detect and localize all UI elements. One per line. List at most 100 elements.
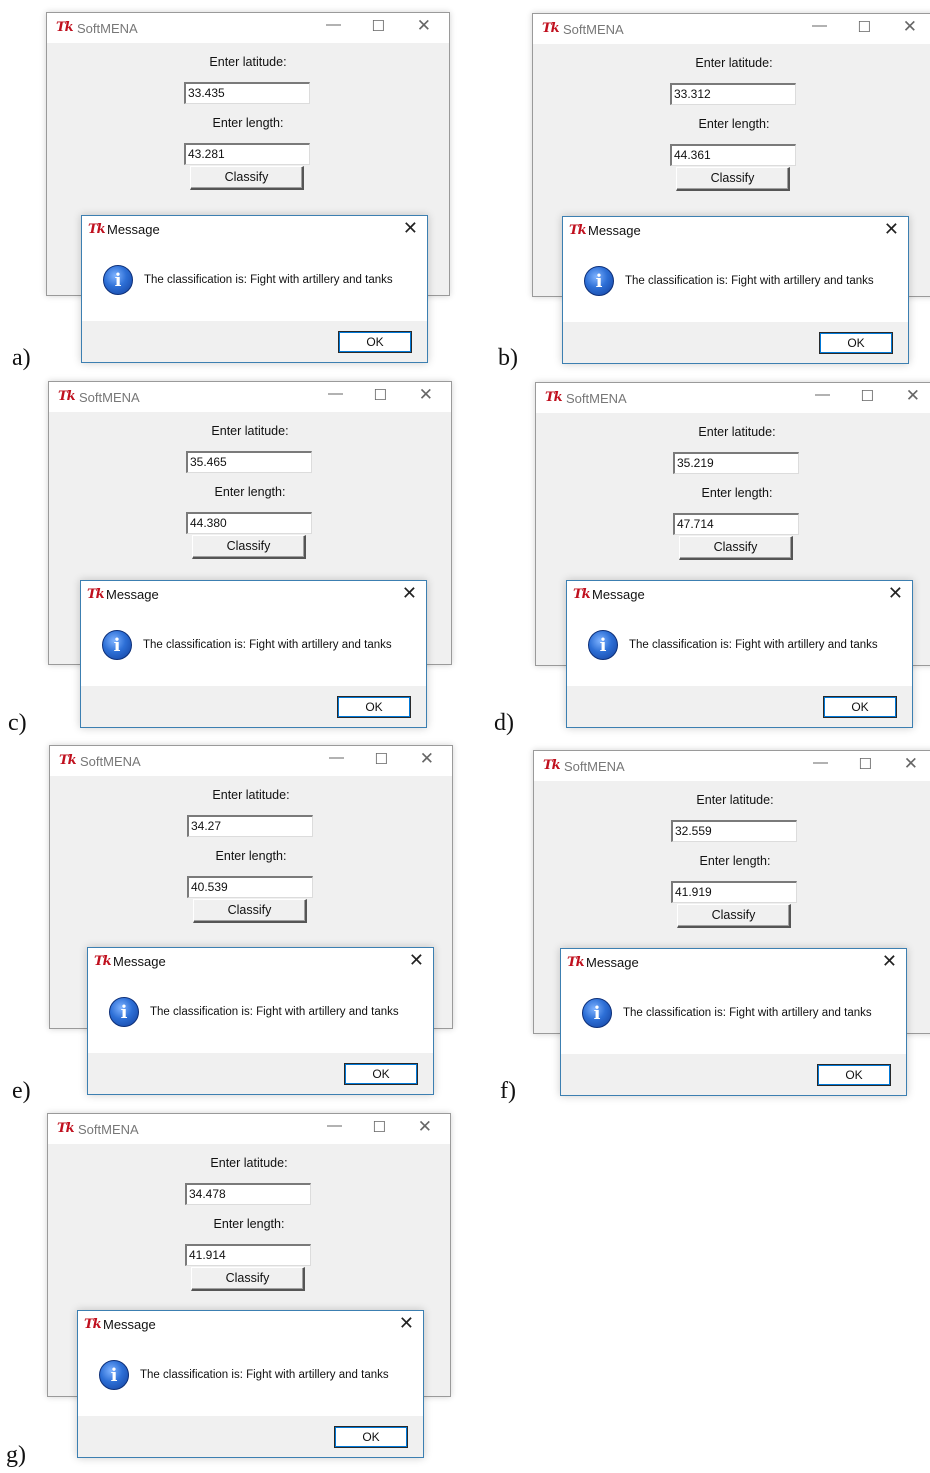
- length-input[interactable]: 40.539: [187, 876, 313, 898]
- dialog-footer: OK: [88, 1053, 433, 1094]
- length-input[interactable]: 43.281: [184, 143, 310, 165]
- latitude-input[interactable]: 35.465: [186, 451, 312, 473]
- latitude-input[interactable]: 33.312: [670, 83, 796, 105]
- maximize-icon[interactable]: ☐: [858, 18, 871, 36]
- length-label: Enter length:: [212, 116, 284, 130]
- latitude-input[interactable]: 32.559: [671, 820, 797, 842]
- dialog-close-icon[interactable]: ✕: [882, 951, 897, 972]
- latitude-input[interactable]: 34.478: [185, 1183, 311, 1205]
- dialog-close-icon[interactable]: ✕: [888, 583, 903, 604]
- dialog-close-icon[interactable]: ✕: [403, 218, 418, 239]
- classify-button[interactable]: Classify: [679, 536, 793, 560]
- tk-feather-icon: Tk: [567, 955, 585, 970]
- tk-feather-icon: Tk: [87, 587, 105, 602]
- dialog-message: The classification is: Fight with artill…: [623, 1007, 872, 1019]
- window-title: SoftMENA: [564, 759, 625, 774]
- panel-label: c): [8, 710, 27, 736]
- length-input[interactable]: 47.714: [673, 513, 799, 535]
- classify-button[interactable]: Classify: [192, 535, 306, 559]
- minimize-icon[interactable]: —: [328, 385, 343, 402]
- maximize-icon[interactable]: ☐: [374, 386, 387, 404]
- ok-button[interactable]: OK: [819, 332, 893, 354]
- minimize-icon[interactable]: —: [812, 17, 827, 34]
- dialog-message: The classification is: Fight with artill…: [140, 1369, 389, 1381]
- close-icon[interactable]: ✕: [906, 386, 920, 406]
- close-icon[interactable]: ✕: [904, 754, 918, 774]
- info-icon: i: [102, 630, 132, 660]
- title-bar[interactable]: Tk SoftMENA — ☐ ✕: [536, 383, 930, 413]
- tk-feather-icon: Tk: [88, 222, 106, 237]
- tk-feather-icon: Tk: [58, 389, 76, 404]
- minimize-icon[interactable]: —: [329, 749, 344, 766]
- ok-button[interactable]: OK: [334, 1426, 408, 1448]
- length-input[interactable]: 44.361: [670, 144, 796, 166]
- minimize-icon[interactable]: —: [815, 386, 830, 403]
- window-title: SoftMENA: [80, 754, 141, 769]
- ok-button[interactable]: OK: [337, 696, 411, 718]
- close-icon[interactable]: ✕: [903, 17, 917, 37]
- ok-button[interactable]: OK: [338, 331, 412, 353]
- title-bar[interactable]: Tk SoftMENA — ☐ ✕: [47, 13, 449, 43]
- close-icon[interactable]: ✕: [418, 1117, 432, 1137]
- title-bar[interactable]: Tk SoftMENA — ☐ ✕: [49, 382, 451, 412]
- minimize-icon[interactable]: —: [326, 16, 341, 33]
- close-icon[interactable]: ✕: [420, 749, 434, 769]
- panel-label: b): [498, 345, 518, 371]
- latitude-label: Enter latitude:: [212, 788, 290, 802]
- info-icon: i: [99, 1360, 129, 1390]
- message-dialog: Tk Message ✕ i The classification is: Fi…: [80, 580, 427, 728]
- title-bar[interactable]: Tk SoftMENA — ☐ ✕: [533, 14, 930, 44]
- length-input[interactable]: 41.914: [185, 1244, 311, 1266]
- message-dialog: Tk Message ✕ i The classification is: Fi…: [562, 216, 909, 364]
- latitude-input[interactable]: 35.219: [673, 452, 799, 474]
- dialog-message: The classification is: Fight with artill…: [150, 1006, 399, 1018]
- classify-button[interactable]: Classify: [676, 167, 790, 191]
- minimize-icon[interactable]: —: [327, 1117, 342, 1134]
- dialog-close-icon[interactable]: ✕: [884, 219, 899, 240]
- title-bar[interactable]: Tk SoftMENA — ☐ ✕: [534, 751, 930, 781]
- panel-label: g): [6, 1442, 26, 1468]
- maximize-icon[interactable]: ☐: [375, 750, 388, 768]
- length-input[interactable]: 44.380: [186, 512, 312, 534]
- maximize-icon[interactable]: ☐: [373, 1118, 386, 1136]
- classify-button[interactable]: Classify: [677, 904, 791, 928]
- maximize-icon[interactable]: ☐: [859, 755, 872, 773]
- close-icon[interactable]: ✕: [419, 385, 433, 405]
- classify-button[interactable]: Classify: [191, 1267, 305, 1291]
- length-label: Enter length:: [698, 117, 770, 131]
- dialog-close-icon[interactable]: ✕: [402, 583, 417, 604]
- message-dialog: Tk Message ✕ i The classification is: Fi…: [560, 948, 907, 1096]
- ok-button[interactable]: OK: [344, 1063, 418, 1085]
- message-dialog: Tk Message ✕ i The classification is: Fi…: [81, 215, 428, 363]
- latitude-label: Enter latitude:: [209, 55, 287, 69]
- title-bar[interactable]: Tk SoftMENA — ☐ ✕: [50, 746, 452, 776]
- latitude-input[interactable]: 34.27: [187, 815, 313, 837]
- length-input[interactable]: 41.919: [671, 881, 797, 903]
- window-title: SoftMENA: [77, 21, 138, 36]
- latitude-input[interactable]: 33.435: [184, 82, 310, 104]
- minimize-icon[interactable]: —: [813, 754, 828, 771]
- dialog-title: Message: [588, 223, 641, 238]
- ok-button[interactable]: OK: [823, 696, 897, 718]
- classify-button[interactable]: Classify: [190, 166, 304, 190]
- maximize-icon[interactable]: ☐: [372, 17, 385, 35]
- ok-button[interactable]: OK: [817, 1064, 891, 1086]
- classify-button[interactable]: Classify: [193, 899, 307, 923]
- length-label: Enter length:: [701, 486, 773, 500]
- tk-feather-icon: Tk: [573, 587, 591, 602]
- maximize-icon[interactable]: ☐: [861, 387, 874, 405]
- dialog-title: Message: [107, 222, 160, 237]
- dialog-close-icon[interactable]: ✕: [409, 950, 424, 971]
- dialog-title: Message: [592, 587, 645, 602]
- close-icon[interactable]: ✕: [417, 16, 431, 36]
- dialog-close-icon[interactable]: ✕: [399, 1313, 414, 1334]
- dialog-message: The classification is: Fight with artill…: [144, 274, 393, 286]
- panel-label: a): [12, 345, 31, 371]
- latitude-label: Enter latitude:: [211, 424, 289, 438]
- title-bar[interactable]: Tk SoftMENA — ☐ ✕: [48, 1114, 450, 1144]
- dialog-message: The classification is: Fight with artill…: [625, 275, 874, 287]
- dialog-footer: OK: [561, 1054, 906, 1095]
- tk-feather-icon: Tk: [542, 21, 560, 36]
- length-label: Enter length:: [215, 849, 287, 863]
- window-title: SoftMENA: [563, 22, 624, 37]
